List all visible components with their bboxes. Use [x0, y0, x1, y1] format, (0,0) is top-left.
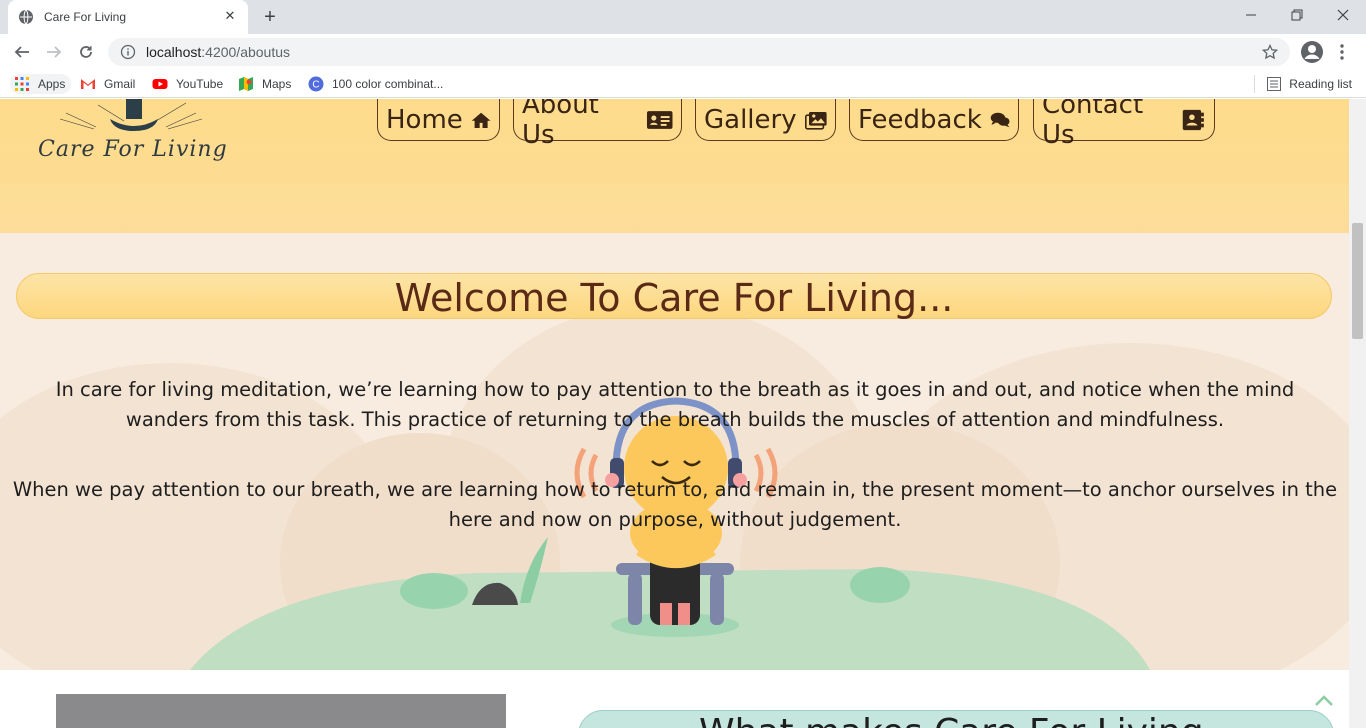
- hero-section: Welcome To Care For Living... In care fo…: [0, 233, 1349, 670]
- back-button[interactable]: [10, 40, 34, 64]
- tab-strip: Care For Living ✕ +: [0, 0, 1366, 34]
- globe-icon: [19, 9, 33, 25]
- reload-button[interactable]: [74, 40, 98, 64]
- browser-toolbar: localhost:4200/aboutus: [0, 34, 1366, 70]
- nav-feedback[interactable]: Feedback: [849, 99, 1019, 141]
- window-close-button[interactable]: [1320, 0, 1366, 30]
- nav-about[interactable]: About Us: [513, 99, 682, 150]
- close-icon: [1337, 9, 1349, 21]
- bookmark-colors[interactable]: C 100 color combinat...: [308, 74, 443, 94]
- url-host: localhost: [146, 44, 202, 60]
- bookmark-youtube[interactable]: YouTube: [152, 74, 223, 94]
- gmail-icon: [81, 79, 95, 89]
- bookmark-c-icon: C: [308, 76, 324, 92]
- nav-home[interactable]: Home: [377, 99, 500, 141]
- info-icon[interactable]: [120, 44, 136, 60]
- restore-icon: [1291, 9, 1303, 21]
- youtube-icon: [152, 79, 168, 89]
- bookmark-apps[interactable]: Apps: [10, 74, 72, 94]
- browser-tab[interactable]: Care For Living ✕: [8, 0, 248, 34]
- page-scrollbar[interactable]: [1349, 99, 1366, 728]
- nav-feedback-label: Feedback: [858, 104, 982, 135]
- comments-icon: [990, 112, 1010, 127]
- bookmark-label: Maps: [262, 77, 292, 91]
- tab-title: Care For Living: [44, 10, 127, 24]
- breath-paragraph: When we pay attention to our breath, we …: [12, 478, 1338, 531]
- chevron-up-icon[interactable]: [1314, 693, 1334, 707]
- maps-icon: [239, 77, 253, 91]
- bookmark-label: 100 color combinat...: [332, 77, 444, 91]
- page-viewport: Care For Living Home About Us Gallery Fe…: [0, 99, 1349, 728]
- logo-text: Care For Living: [38, 137, 228, 162]
- arrow-left-icon: [14, 46, 29, 58]
- restore-button[interactable]: [1274, 0, 1320, 30]
- url-path: :4200/aboutus: [201, 44, 291, 60]
- close-tab-icon[interactable]: ✕: [222, 9, 238, 25]
- minimize-button[interactable]: [1228, 0, 1274, 30]
- bookmark-star-icon[interactable]: [1262, 44, 1278, 60]
- nav-gallery-label: Gallery: [704, 104, 797, 135]
- svg-text:C: C: [312, 80, 319, 91]
- reading-list-button[interactable]: Reading list: [1267, 74, 1352, 94]
- bookmark-gmail[interactable]: Gmail: [80, 74, 135, 94]
- new-tab-button[interactable]: +: [258, 6, 282, 28]
- about-section: What makes Care For Living: [0, 670, 1349, 728]
- intro-paragraph: In care for living meditation, we’re lea…: [55, 378, 1295, 431]
- arrow-right-icon: [47, 46, 62, 58]
- images-icon: [804, 111, 827, 130]
- scrollbar-thumb[interactable]: [1352, 223, 1363, 339]
- nav-about-label: About Us: [522, 99, 599, 150]
- reload-icon: [80, 46, 92, 58]
- bookmarks-bar: Apps Gmail YouTube Maps C 100 color comb…: [0, 70, 1366, 98]
- id-card-icon: [646, 110, 673, 129]
- nav-gallery[interactable]: Gallery: [695, 99, 836, 141]
- nav-contact-label: Contact Us: [1042, 99, 1144, 150]
- bookmark-label: Apps: [38, 77, 66, 91]
- nav-contact[interactable]: Contact Us: [1033, 99, 1215, 150]
- url-text: localhost:4200/aboutus: [146, 44, 290, 60]
- profile-avatar-icon[interactable]: [1300, 40, 1324, 64]
- bookmark-maps[interactable]: Maps: [238, 74, 291, 94]
- address-book-icon: [1183, 109, 1205, 130]
- welcome-heading: Welcome To Care For Living...: [16, 273, 1332, 320]
- kebab-menu-icon[interactable]: [1336, 40, 1348, 64]
- minimize-icon: [1246, 14, 1256, 16]
- bookmark-label: YouTube: [176, 77, 224, 91]
- forward-button[interactable]: [42, 40, 66, 64]
- reading-list-label: Reading list: [1289, 77, 1352, 91]
- address-bar[interactable]: localhost:4200/aboutus: [108, 38, 1290, 66]
- bookmarks-divider: [1254, 75, 1255, 93]
- reading-list-icon: [1267, 77, 1282, 91]
- header-band: [0, 185, 1349, 233]
- nav-home-label: Home: [386, 104, 463, 135]
- image-placeholder: [56, 694, 506, 728]
- site-header: Care For Living Home About Us Gallery Fe…: [0, 99, 1349, 233]
- bookmark-label: Gmail: [104, 77, 136, 91]
- section-heading: What makes Care For Living: [578, 710, 1334, 728]
- home-icon: [471, 112, 491, 128]
- apps-grid-icon: [15, 77, 29, 91]
